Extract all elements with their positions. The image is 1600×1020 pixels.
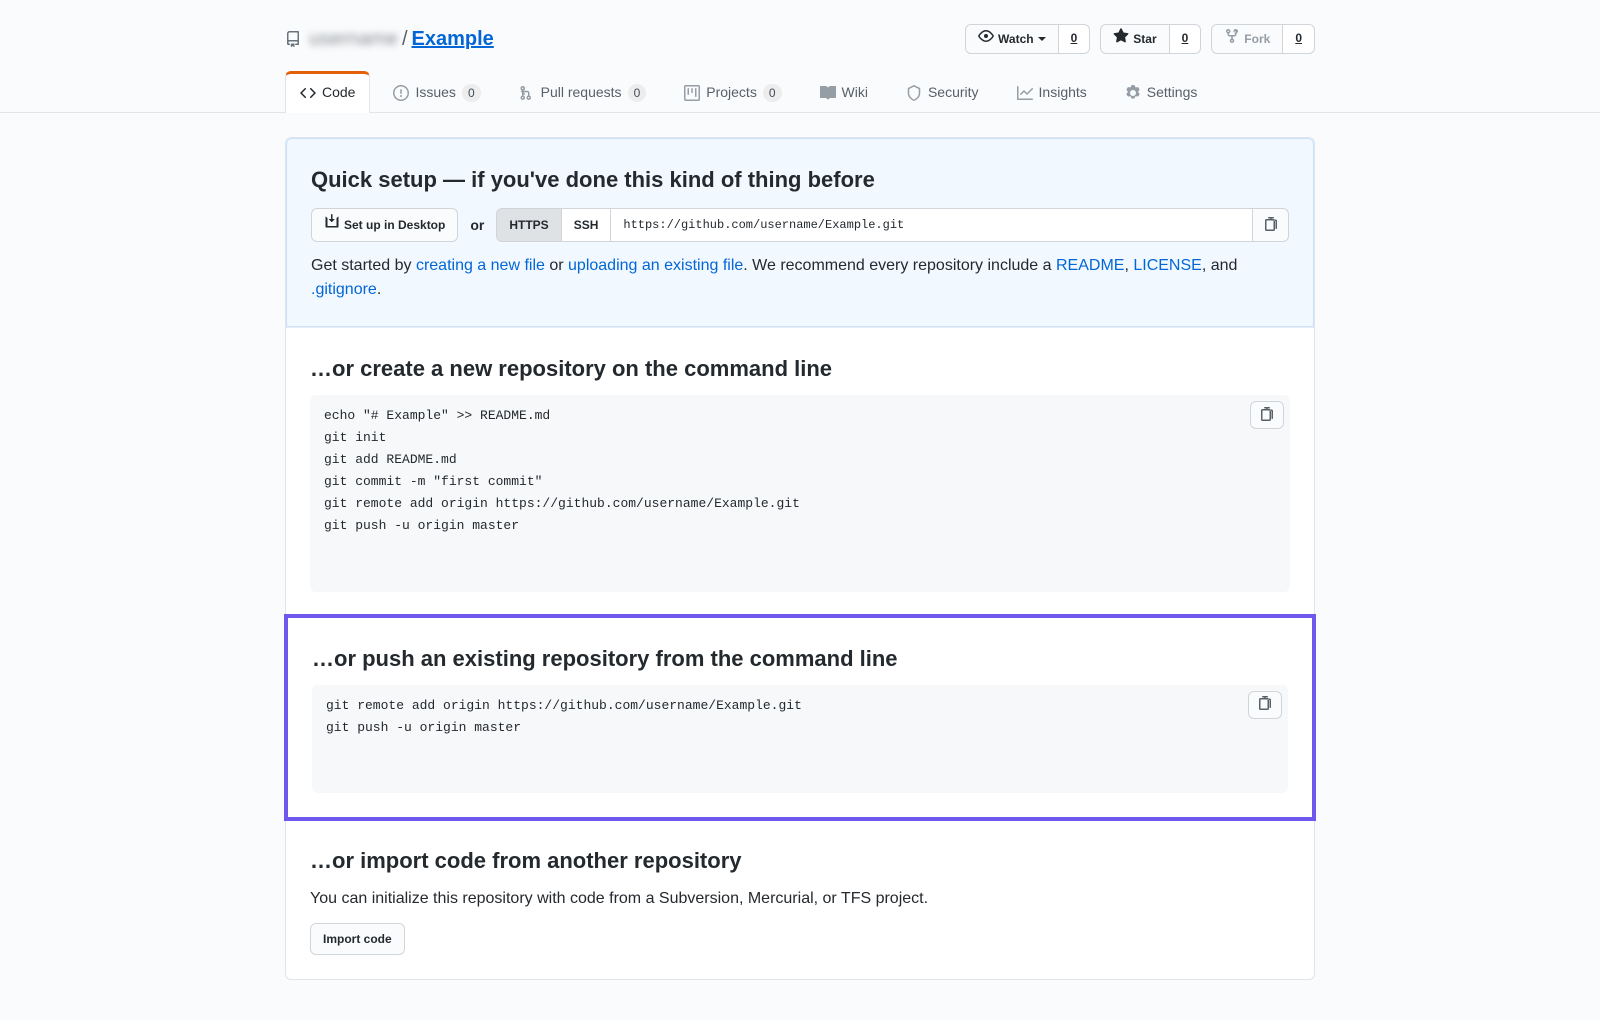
clone-url-input[interactable] — [611, 208, 1253, 242]
tab-insights-label: Insights — [1039, 82, 1087, 103]
create-repo-title: …or create a new repository on the comma… — [310, 352, 1290, 385]
push-repo-title: …or push an existing repository from the… — [312, 642, 1288, 675]
repo-title: username / Example — [285, 24, 494, 54]
pull-request-icon — [519, 85, 535, 101]
desktop-download-icon — [324, 214, 340, 236]
gitignore-link[interactable]: .gitignore — [311, 281, 377, 298]
desktop-label: Set up in Desktop — [344, 215, 445, 235]
star-icon — [1113, 28, 1129, 50]
star-button[interactable]: Star — [1100, 24, 1169, 54]
issues-count: 0 — [462, 84, 481, 102]
caret-down-icon — [1038, 37, 1046, 41]
eye-icon — [978, 28, 994, 50]
upload-file-link[interactable]: uploading an existing file — [568, 257, 743, 274]
tab-security-label: Security — [928, 82, 979, 103]
copy-push-code-button[interactable] — [1248, 691, 1282, 719]
watch-label: Watch — [998, 29, 1034, 49]
import-code-button[interactable]: Import code — [310, 923, 405, 955]
star-label: Star — [1133, 29, 1156, 49]
tab-pulls-label: Pull requests — [541, 82, 622, 103]
repo-path-separator: / — [398, 24, 412, 54]
readme-link[interactable]: README — [1056, 257, 1124, 274]
create-repo-code[interactable]: echo "# Example" >> README.md git init g… — [310, 395, 1290, 592]
quick-setup-help: Get started by creating a new file or up… — [311, 254, 1289, 302]
watch-button[interactable]: Watch — [965, 24, 1059, 54]
tab-insights[interactable]: Insights — [1002, 71, 1102, 113]
repo-name-link[interactable]: Example — [412, 24, 494, 54]
tab-wiki-label: Wiki — [842, 82, 868, 103]
quick-setup-title: Quick setup — if you've done this kind o… — [311, 163, 1289, 196]
clippy-icon — [1257, 695, 1273, 714]
quick-setup-panel: Quick setup — if you've done this kind o… — [286, 138, 1314, 327]
create-new-file-link[interactable]: creating a new file — [416, 257, 545, 274]
graph-icon — [1017, 85, 1033, 101]
import-title: …or import code from another repository — [310, 844, 1290, 877]
issue-icon — [393, 85, 409, 101]
tab-code-label: Code — [322, 82, 355, 103]
repo-owner-link[interactable]: username — [309, 24, 398, 54]
shield-icon — [906, 85, 922, 101]
copy-create-code-button[interactable] — [1250, 401, 1284, 429]
tab-wiki[interactable]: Wiki — [805, 71, 883, 113]
or-text: or — [470, 215, 484, 236]
create-repo-section: …or create a new repository on the comma… — [286, 327, 1314, 616]
tab-code[interactable]: Code — [285, 71, 370, 113]
fork-label: Fork — [1244, 29, 1270, 49]
gear-icon — [1125, 85, 1141, 101]
tab-issues-label: Issues — [415, 82, 455, 103]
code-icon — [300, 85, 316, 101]
ssh-toggle[interactable]: SSH — [562, 208, 612, 242]
tab-issues[interactable]: Issues 0 — [378, 71, 495, 113]
clippy-icon — [1263, 216, 1279, 235]
tab-settings-label: Settings — [1147, 82, 1198, 103]
fork-button[interactable]: Fork — [1211, 24, 1283, 54]
tab-settings[interactable]: Settings — [1110, 71, 1213, 113]
tab-projects-label: Projects — [706, 82, 757, 103]
tab-pulls[interactable]: Pull requests 0 — [504, 71, 662, 113]
tab-projects[interactable]: Projects 0 — [669, 71, 796, 113]
import-section: …or import code from another repository … — [286, 819, 1314, 979]
push-repo-section: …or push an existing repository from the… — [284, 614, 1316, 821]
star-count[interactable]: 0 — [1170, 24, 1202, 54]
fork-icon — [1224, 28, 1240, 50]
pulls-count: 0 — [628, 84, 647, 102]
project-icon — [684, 85, 700, 101]
repo-icon — [285, 31, 301, 47]
https-toggle[interactable]: HTTPS — [496, 208, 561, 242]
license-link[interactable]: LICENSE — [1133, 257, 1201, 274]
fork-count[interactable]: 0 — [1283, 24, 1315, 54]
setup-in-desktop-button[interactable]: Set up in Desktop — [311, 208, 458, 242]
push-repo-code[interactable]: git remote add origin https://github.com… — [312, 685, 1288, 793]
clippy-icon — [1259, 406, 1275, 425]
book-icon — [820, 85, 836, 101]
tab-security[interactable]: Security — [891, 71, 994, 113]
watch-count[interactable]: 0 — [1059, 24, 1091, 54]
import-desc: You can initialize this repository with … — [310, 887, 1290, 911]
copy-url-button[interactable] — [1253, 208, 1289, 242]
projects-count: 0 — [763, 84, 782, 102]
